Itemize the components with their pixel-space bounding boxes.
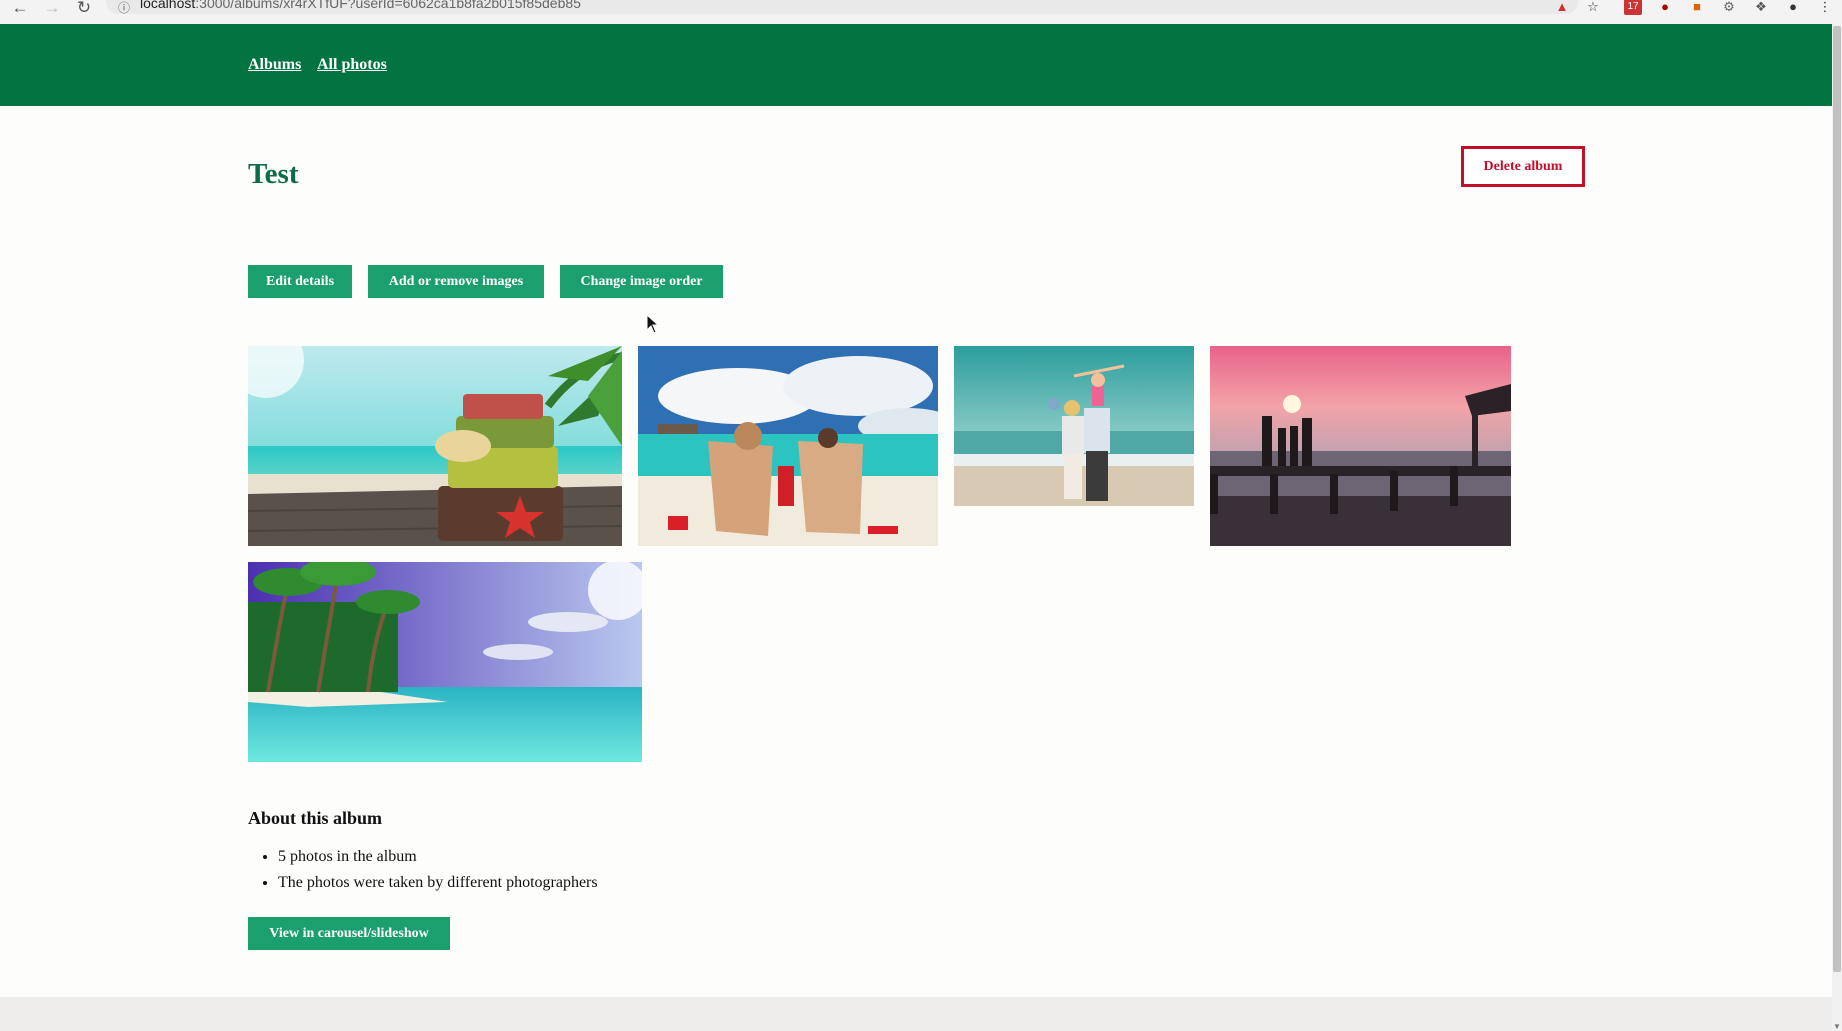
add-remove-images-button[interactable]: Add or remove images (368, 265, 544, 298)
calendar-extension-icon[interactable]: 17 (1624, 0, 1642, 15)
page-scrollbar[interactable]: ▲ ▼ (1832, 24, 1842, 1031)
list-item: The photos were taken by different photo… (278, 872, 598, 898)
view-slideshow-button[interactable]: View in carousel/slideshow (248, 917, 450, 950)
nav-albums-link[interactable]: Albums (248, 56, 301, 74)
fox-extension-icon[interactable]: ■ (1688, 0, 1706, 15)
ublock-extension-icon[interactable]: ● (1656, 0, 1674, 15)
url-text[interactable]: localhost:3000/albums/xr4rXTfUF?userId=6… (140, 0, 581, 11)
share-icon[interactable]: ▲ (1553, 0, 1571, 15)
album-title: Test (248, 158, 299, 190)
extension-badge: 17 (1627, 1, 1639, 12)
nav-all-photos-link[interactable]: All photos (317, 56, 387, 74)
change-image-order-button[interactable]: Change image order (560, 265, 723, 298)
page-footer (0, 997, 1832, 1031)
photo-sunset-pier[interactable] (1210, 346, 1511, 546)
mouse-cursor-icon (646, 314, 660, 334)
scrollbar-thumb[interactable] (1833, 26, 1841, 972)
back-arrow-icon[interactable]: ← (8, 0, 32, 18)
photo-tropical-island[interactable] (248, 562, 642, 762)
reload-icon[interactable]: ↻ (72, 0, 96, 18)
puzzle-extensions-icon[interactable]: ❖ (1752, 0, 1770, 15)
scroll-down-icon[interactable]: ▼ (1832, 1022, 1842, 1031)
edit-details-button[interactable]: Edit details (248, 265, 352, 298)
list-item: 5 photos in the album (278, 846, 598, 872)
delete-album-button[interactable]: Delete album (1461, 146, 1585, 187)
bookmark-star-icon[interactable]: ☆ (1584, 0, 1602, 15)
profile-icon[interactable]: ● (1784, 0, 1802, 15)
photo-family-beach[interactable] (954, 346, 1194, 506)
settings-extension-icon[interactable]: ⚙ (1720, 0, 1738, 15)
album-facts-list: 5 photos in the album The photos were ta… (248, 846, 598, 898)
site-info-icon[interactable]: ⓘ (118, 0, 130, 16)
forward-arrow-icon[interactable]: → (40, 0, 64, 18)
menu-kebab-icon[interactable]: ⋮ (1816, 0, 1834, 15)
about-heading: About this album (248, 808, 383, 828)
browser-toolbar: ← → ↻ ⓘ localhost:3000/albums/xr4rXTfUF?… (0, 0, 1842, 24)
photo-beach-deckchairs[interactable] (638, 346, 938, 546)
photo-beach-suitcases[interactable] (248, 346, 622, 546)
